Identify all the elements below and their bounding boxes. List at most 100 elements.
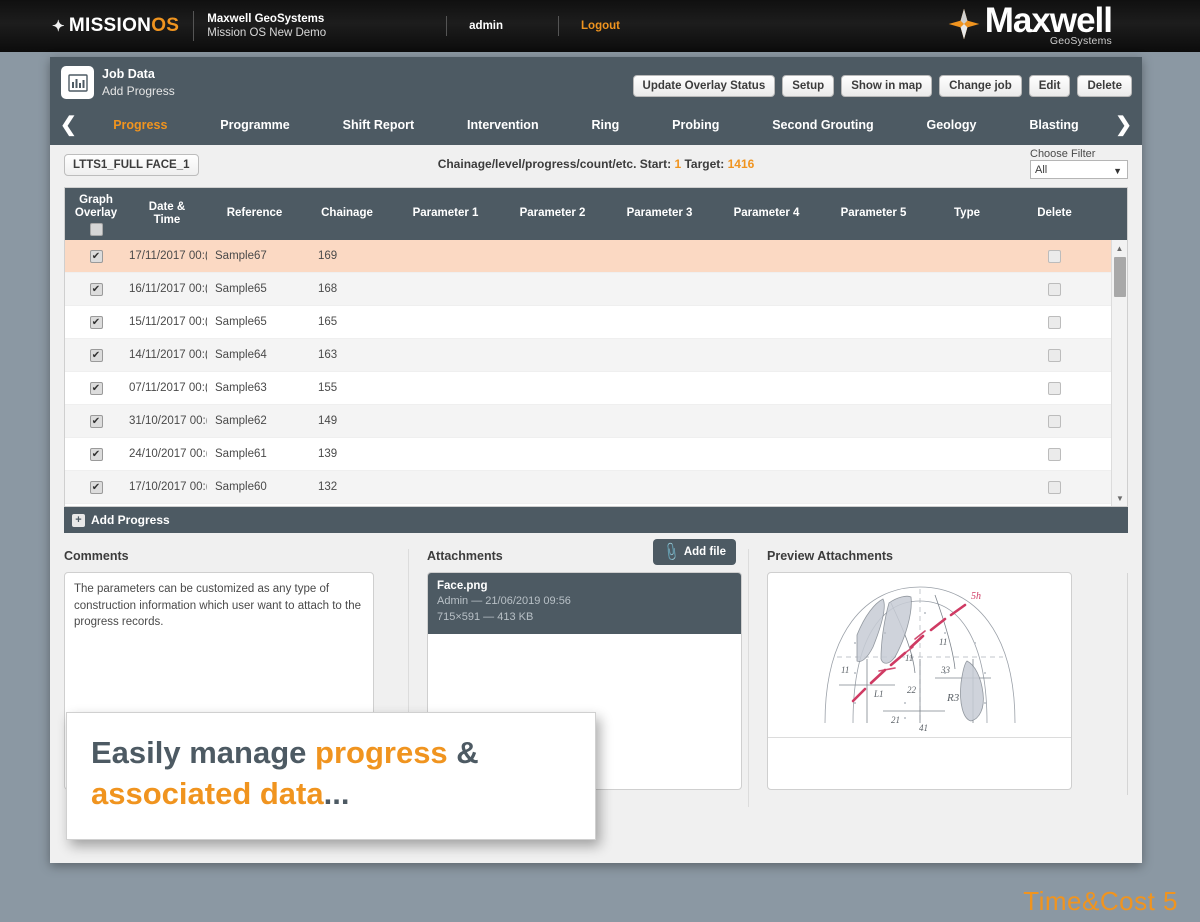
row-delete-checkbox[interactable]: [1048, 381, 1061, 395]
row-reference: Sample65: [215, 283, 267, 295]
table-row[interactable]: ✔ 24/10/2017 00:(Sample61 139: [65, 438, 1127, 471]
row-overlay-cell: ✔: [65, 480, 127, 494]
table-row[interactable]: ✔ 07/11/2017 00:(Sample63 155: [65, 372, 1127, 405]
row-overlay-cell: ✔: [65, 447, 127, 461]
scrollbar-thumb[interactable]: [1114, 257, 1126, 297]
row-delete-checkbox[interactable]: [1048, 447, 1061, 461]
svg-text:11: 11: [841, 665, 849, 675]
row-delete-checkbox[interactable]: [1048, 348, 1061, 362]
tab-geology[interactable]: Geology: [924, 114, 978, 136]
table-row[interactable]: ✔ 17/10/2017 00:(Sample60 132: [65, 471, 1127, 504]
callout-line-1: Easily manage progress &: [91, 733, 571, 774]
filter-selected-value: All: [1035, 164, 1048, 176]
tab-second-grouting[interactable]: Second Grouting: [770, 114, 875, 136]
show-in-map-button[interactable]: Show in map: [841, 75, 933, 97]
paperclip-icon: 📎: [660, 540, 682, 563]
list-item[interactable]: Face.png Admin — 21/06/2019 09:56 715×59…: [428, 573, 741, 634]
preview-scrollbar[interactable]: [1127, 573, 1128, 795]
row-overlay-checkbox[interactable]: ✔: [89, 282, 103, 296]
column-parameter-1: Parameter 1: [412, 207, 479, 220]
missionos-logo-primary: MISSION: [68, 15, 152, 36]
row-overlay-checkbox[interactable]: ✔: [89, 480, 103, 494]
row-overlay-checkbox[interactable]: ✔: [89, 381, 103, 395]
callout-line1-plain: Easily manage: [91, 735, 316, 770]
table-row[interactable]: ✔ 31/10/2017 00:(Sample62 149: [65, 405, 1127, 438]
delete-button[interactable]: Delete: [1077, 75, 1132, 97]
table-row[interactable]: ✔ 14/11/2017 00:(Sample64 163: [65, 339, 1127, 372]
scroll-up-icon[interactable]: ▲: [1112, 240, 1127, 256]
row-overlay-checkbox[interactable]: ✔: [89, 447, 103, 461]
row-reference: Sample60: [215, 481, 267, 493]
row-delete-checkbox[interactable]: [1048, 480, 1061, 494]
tab-shift-report[interactable]: Shift Report: [341, 114, 417, 136]
callout-line1-tail: &: [447, 735, 479, 770]
row-overlay-checkbox[interactable]: ✔: [89, 414, 103, 428]
chainage-target-value: 1416: [727, 157, 755, 171]
row-delete-cell: [1007, 315, 1102, 329]
missionos-logo[interactable]: ✦ MISSION OS: [52, 15, 179, 37]
tab-progress[interactable]: Progress: [111, 114, 169, 136]
row-chainage: 155: [318, 382, 338, 394]
callout-line2-tail: ...: [323, 775, 350, 811]
preview-title: Preview Attachments: [767, 549, 893, 563]
change-job-button[interactable]: Change job: [939, 75, 1022, 97]
preview-panel: Preview Attachments 5h 11 L1 22 33 R3 21…: [749, 549, 1128, 807]
row-chainage: 149: [318, 415, 338, 427]
row-overlay-cell: ✔: [65, 315, 127, 329]
company-block: Maxwell GeoSystems Mission OS New Demo: [207, 12, 326, 41]
tab-blasting[interactable]: Blasting: [1027, 114, 1080, 136]
tab-intervention[interactable]: Intervention: [465, 114, 541, 136]
current-user[interactable]: admin: [469, 20, 503, 32]
chevron-left-icon[interactable]: ❮: [50, 115, 87, 135]
svg-text:21: 21: [891, 715, 900, 725]
edit-button[interactable]: Edit: [1028, 75, 1071, 97]
row-datetime: 17/10/2017 00:(: [129, 481, 207, 493]
tab-probing[interactable]: Probing: [670, 114, 721, 136]
preview-box[interactable]: 5h 11 L1 22 33 R3 21 41 11 11: [767, 572, 1072, 790]
filter-select[interactable]: All ▼: [1030, 160, 1128, 179]
row-reference: Sample67: [215, 250, 267, 262]
svg-text:L1: L1: [873, 689, 884, 699]
row-delete-cell: [1007, 414, 1102, 428]
tab-list: Progress Programme Shift Report Interven…: [87, 114, 1105, 136]
row-delete-cell: [1007, 348, 1102, 362]
brand-divider: [193, 11, 195, 41]
chevron-right-icon[interactable]: ❯: [1105, 115, 1142, 135]
row-delete-checkbox[interactable]: [1048, 249, 1061, 263]
row-datetime: 15/11/2017 00:(: [129, 316, 207, 328]
maxwell-name: Maxwell: [984, 1, 1113, 40]
setup-button[interactable]: Setup: [782, 75, 835, 97]
row-overlay-checkbox[interactable]: ✔: [89, 348, 103, 362]
table-row[interactable]: ✔ 15/11/2017 00:(Sample65 165: [65, 306, 1127, 339]
bar-chart-icon: [61, 66, 94, 99]
add-progress-label: Add Progress: [91, 513, 170, 527]
row-delete-checkbox[interactable]: [1048, 315, 1061, 329]
tab-ring[interactable]: Ring: [589, 114, 621, 136]
instance-name: Mission OS New Demo: [207, 27, 327, 39]
scroll-down-icon[interactable]: ▼: [1112, 490, 1127, 506]
table-row[interactable]: ✔ 17/11/2017 00:(Sample67 169: [65, 240, 1127, 273]
update-overlay-status-button[interactable]: Update Overlay Status: [632, 75, 776, 97]
tab-programme[interactable]: Programme: [218, 114, 291, 136]
column-graph-overlay: Graph Overlay: [65, 192, 127, 237]
column-reference: Reference: [226, 207, 283, 220]
add-file-button[interactable]: 📎 Add file: [652, 539, 736, 565]
table-row[interactable]: ✔ 16/11/2017 00:(Sample65 168: [65, 273, 1127, 306]
add-progress-bar[interactable]: + Add Progress: [64, 507, 1128, 533]
filter-group: Choose Filter All ▼: [1030, 148, 1128, 179]
row-delete-checkbox[interactable]: [1048, 282, 1061, 296]
logout-divider: [558, 16, 560, 36]
select-all-overlay-checkbox[interactable]: [89, 223, 103, 237]
logout-link[interactable]: Logout: [581, 20, 620, 32]
row-delete-checkbox[interactable]: [1048, 414, 1061, 428]
row-chainage: 163: [318, 349, 338, 361]
table-header-row: Graph Overlay Date & Time Reference Chai…: [65, 188, 1127, 240]
column-delete: Delete: [1037, 207, 1072, 220]
row-delete-cell: [1007, 447, 1102, 461]
table-scrollbar[interactable]: ▲ ▼: [1111, 240, 1127, 506]
row-reference: Sample61: [215, 448, 267, 460]
page-title: Job Data Add Progress: [102, 66, 175, 99]
row-overlay-checkbox[interactable]: ✔: [89, 315, 103, 329]
tunnel-face-sketch: 5h 11 L1 22 33 R3 21 41 11 11: [768, 573, 1071, 738]
row-overlay-checkbox[interactable]: ✔: [89, 249, 103, 263]
